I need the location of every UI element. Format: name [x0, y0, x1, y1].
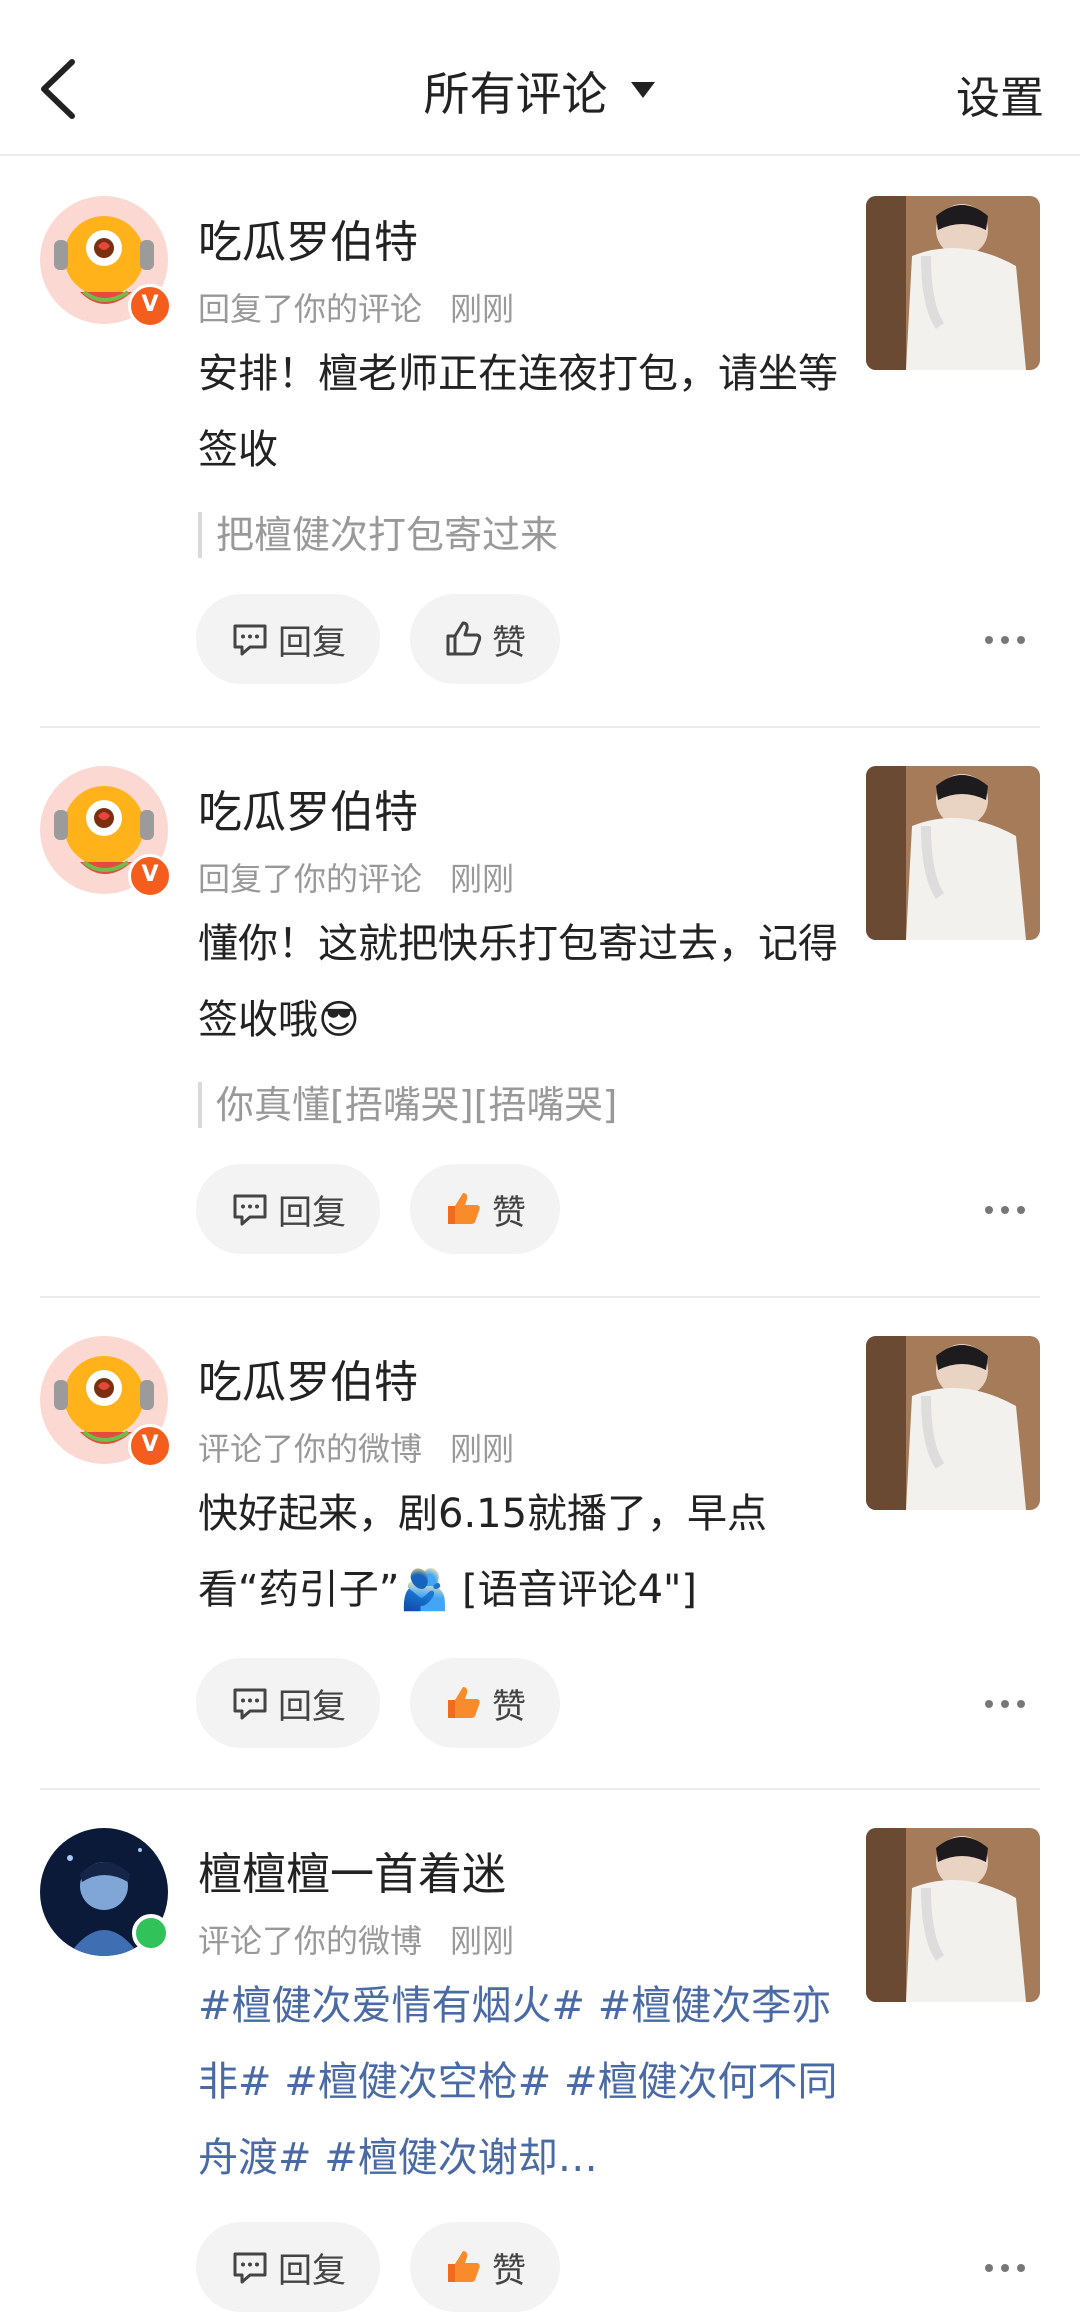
- divider: [40, 726, 1040, 728]
- divider: [40, 1296, 1040, 1298]
- like-label: 赞: [492, 2250, 526, 2291]
- reply-button[interactable]: 回复: [196, 1164, 380, 1254]
- comment-text[interactable]: #檀健次爱情有烟火# #檀健次李亦非# #檀健次空枪# #檀健次何不同舟渡# #…: [198, 1968, 838, 2196]
- like-button[interactable]: 赞: [410, 2222, 560, 2312]
- like-button[interactable]: 赞: [410, 1658, 560, 1748]
- post-thumbnail[interactable]: [866, 1828, 1040, 2002]
- avatar[interactable]: V: [40, 196, 172, 328]
- more-options-icon[interactable]: [980, 1694, 1030, 1714]
- action-text: 评论了你的微博: [198, 1922, 423, 1960]
- reply-button[interactable]: 回复: [196, 2222, 380, 2312]
- comment-meta: 回复了你的评论 刚刚: [198, 854, 514, 900]
- reply-label: 回复: [278, 2250, 346, 2291]
- like-label: 赞: [492, 622, 526, 663]
- quoted-comment[interactable]: 你真懂[捂嘴哭][捂嘴哭]: [198, 1082, 617, 1128]
- timestamp: 刚刚: [450, 1430, 515, 1468]
- like-label: 赞: [492, 1686, 526, 1727]
- online-status-indicator: [132, 1914, 170, 1952]
- page-title: 所有评论: [423, 67, 608, 121]
- action-text: 回复了你的评论: [198, 290, 423, 328]
- post-thumbnail[interactable]: [866, 766, 1040, 940]
- divider: [40, 1788, 1040, 1790]
- username[interactable]: 吃瓜罗伯特: [198, 776, 418, 840]
- timestamp: 刚刚: [450, 290, 515, 328]
- like-button[interactable]: 赞: [410, 1164, 560, 1254]
- comment-meta: 评论了你的微博 刚刚: [198, 1916, 514, 1962]
- post-thumbnail[interactable]: [866, 1336, 1040, 1510]
- like-label: 赞: [492, 1192, 526, 1233]
- comment-icon: [230, 1683, 270, 1723]
- post-thumbnail[interactable]: [866, 196, 1040, 370]
- post-thumbnail-image: [866, 196, 1040, 370]
- action-text: 回复了你的评论: [198, 860, 423, 898]
- like-button[interactable]: 赞: [410, 594, 560, 684]
- comment-icon: [230, 2247, 270, 2287]
- thumbs-up-filled-icon: [444, 1189, 484, 1229]
- avatar[interactable]: V: [40, 766, 172, 898]
- verified-badge-icon: V: [128, 854, 172, 898]
- action-text: 评论了你的微博: [198, 1430, 423, 1468]
- comment-icon: [230, 619, 270, 659]
- reply-label: 回复: [278, 1686, 346, 1727]
- username[interactable]: 檀檀檀一首着迷: [198, 1838, 506, 1902]
- avatar[interactable]: [40, 1828, 170, 1956]
- comment-text[interactable]: 懂你！这就把快乐打包寄过去，记得签收哦😎: [198, 906, 838, 1058]
- title-dropdown[interactable]: 所有评论: [0, 58, 1080, 124]
- thumbs-up-filled-icon: [444, 2247, 484, 2287]
- settings-button[interactable]: 设置: [956, 62, 1044, 126]
- comment-text[interactable]: 快好起来，剧6.15就播了，早点看“药引子”🫂 [语音评论4"]: [198, 1476, 838, 1628]
- thumbs-up-filled-icon: [444, 1683, 484, 1723]
- username[interactable]: 吃瓜罗伯特: [198, 206, 418, 270]
- verified-badge-icon: V: [128, 284, 172, 328]
- username[interactable]: 吃瓜罗伯特: [198, 1346, 418, 1410]
- timestamp: 刚刚: [450, 860, 515, 898]
- reply-button[interactable]: 回复: [196, 1658, 380, 1748]
- thumbs-up-icon: [444, 619, 484, 659]
- comment-meta: 回复了你的评论 刚刚: [198, 284, 514, 330]
- reply-label: 回复: [278, 622, 346, 663]
- verified-badge-icon: V: [128, 1424, 172, 1468]
- timestamp: 刚刚: [450, 1922, 515, 1960]
- comment-icon: [230, 1189, 270, 1229]
- more-options-icon[interactable]: [980, 2258, 1030, 2278]
- caret-down-icon: [629, 78, 657, 104]
- post-thumbnail-image: [866, 1336, 1040, 1510]
- reply-button[interactable]: 回复: [196, 594, 380, 684]
- reply-label: 回复: [278, 1192, 346, 1233]
- top-bar: 所有评论 设置: [0, 0, 1080, 156]
- more-options-icon[interactable]: [980, 630, 1030, 650]
- comment-text[interactable]: 安排！檀老师正在连夜打包，请坐等签收: [198, 336, 838, 488]
- post-thumbnail-image: [866, 1828, 1040, 2002]
- comment-meta: 评论了你的微博 刚刚: [198, 1424, 514, 1470]
- avatar[interactable]: V: [40, 1336, 172, 1468]
- more-options-icon[interactable]: [980, 1200, 1030, 1220]
- post-thumbnail-image: [866, 766, 1040, 940]
- quoted-comment[interactable]: 把檀健次打包寄过来: [198, 512, 558, 558]
